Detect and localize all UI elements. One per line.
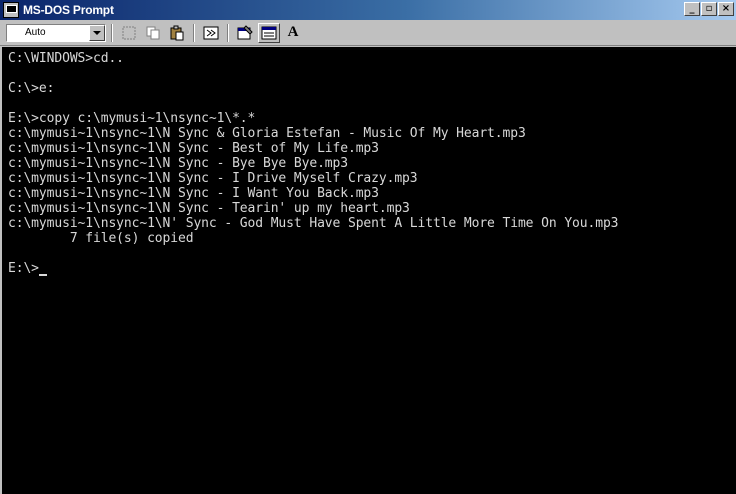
font-button[interactable]: A bbox=[282, 22, 304, 43]
window-title: MS-DOS Prompt bbox=[23, 3, 114, 17]
background-icon bbox=[261, 26, 277, 39]
console-line: 7 file(s) copied bbox=[8, 231, 194, 246]
msdos-icon[interactable] bbox=[3, 2, 19, 18]
msdos-window: MS-DOS Prompt _ ▫ × Auto A C:\WINDOWS>cd… bbox=[0, 0, 736, 494]
console-line: c:\mymusi~1\nsync~1\N Sync - I Want You … bbox=[8, 186, 379, 201]
console-line: c:\mymusi~1\nsync~1\N Sync - Best of My … bbox=[8, 141, 379, 156]
console-line: E:\>copy c:\mymusi~1\nsync~1\*.* bbox=[8, 111, 256, 126]
toolbar-divider bbox=[227, 23, 229, 42]
console-text: C:\WINDOWS>cd.. C:\>e: E:\>copy c:\mymusi~… bbox=[2, 47, 736, 276]
toolbar: Auto A bbox=[0, 20, 736, 46]
fullscreen-icon bbox=[203, 26, 219, 39]
paste-icon bbox=[170, 25, 184, 40]
mark-button[interactable] bbox=[118, 22, 140, 43]
background-button[interactable] bbox=[258, 22, 280, 43]
text-cursor bbox=[38, 262, 47, 276]
properties-icon bbox=[237, 24, 253, 39]
minimize-button[interactable]: _ bbox=[684, 2, 700, 16]
console-output[interactable]: C:\WINDOWS>cd.. C:\>e: E:\>copy c:\mymusi~… bbox=[2, 47, 736, 494]
chevron-down-icon[interactable] bbox=[89, 24, 105, 41]
window-controls: _ ▫ × bbox=[684, 2, 734, 16]
close-button[interactable]: × bbox=[718, 2, 734, 16]
paste-button[interactable] bbox=[166, 22, 188, 43]
console-line: c:\mymusi~1\nsync~1\N Sync - I Drive Mys… bbox=[8, 171, 418, 186]
title-bar[interactable]: MS-DOS Prompt _ ▫ × bbox=[0, 0, 736, 20]
font-icon: A bbox=[287, 24, 299, 40]
copy-icon bbox=[146, 26, 160, 39]
properties-button[interactable] bbox=[234, 22, 256, 43]
toolbar-divider bbox=[193, 23, 195, 42]
console-line: c:\mymusi~1\nsync~1\N Sync - Bye Bye Bye… bbox=[8, 156, 348, 171]
toolbar-divider bbox=[111, 23, 113, 42]
mark-icon bbox=[122, 26, 136, 39]
console-line: C:\>e: bbox=[8, 81, 55, 96]
console-line: c:\mymusi~1\nsync~1\N Sync & Gloria Este… bbox=[8, 126, 526, 141]
console-line: c:\mymusi~1\nsync~1\N' Sync - God Must H… bbox=[8, 216, 619, 231]
console-line: C:\WINDOWS>cd.. bbox=[8, 51, 124, 66]
console-line: c:\mymusi~1\nsync~1\N Sync - Tearin' up … bbox=[8, 201, 410, 216]
maximize-button[interactable]: ▫ bbox=[701, 2, 717, 16]
fullscreen-button[interactable] bbox=[200, 22, 222, 43]
font-size-value: Auto bbox=[25, 27, 46, 38]
prompt-text: E:\> bbox=[8, 261, 39, 276]
copy-button[interactable] bbox=[142, 22, 164, 43]
font-size-select[interactable]: Auto bbox=[6, 23, 106, 42]
command-prompt[interactable]: E:\> bbox=[8, 261, 736, 276]
